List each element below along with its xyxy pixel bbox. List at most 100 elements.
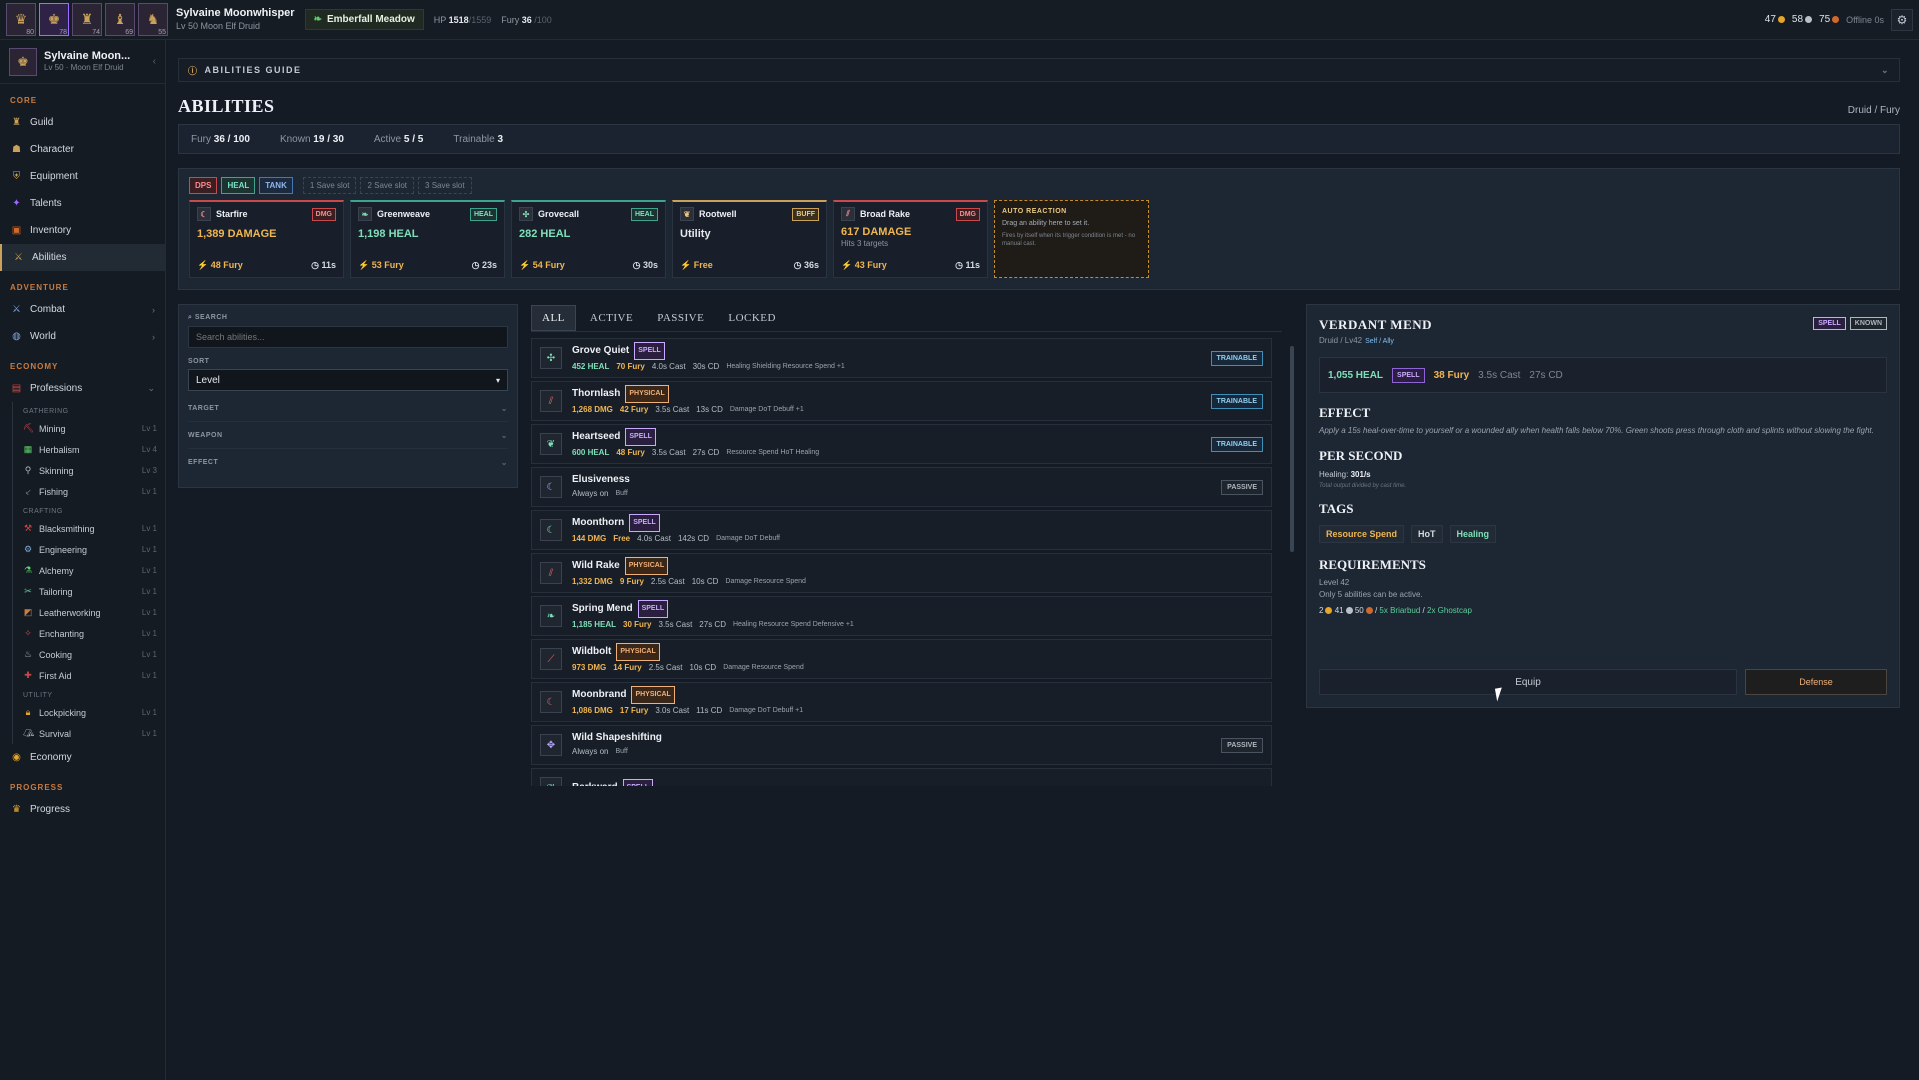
sort-select[interactable]: Level ▾ <box>188 369 508 391</box>
active-slot-2[interactable]: ❧ Greenweave HEAL 1,198 HEAL ⚡ 53 Fury ◷ 23… <box>350 200 505 278</box>
knife-icon: ⚲ <box>24 465 32 475</box>
stat-label: Trainable <box>453 133 495 145</box>
party-member-4[interactable]: ♝ 69 <box>105 3 135 36</box>
tab-locked[interactable]: LOCKED <box>718 306 786 330</box>
party-member-1[interactable]: ♛ 80 <box>6 3 36 36</box>
sidebar-item-world[interactable]: ◍ World › <box>0 323 165 350</box>
stat-label: Fury <box>191 133 211 145</box>
slot-value: 617 DAMAGE <box>841 226 912 238</box>
ability-tags: Buff <box>615 490 628 497</box>
material-1[interactable]: 5x Briarbud <box>1379 606 1420 615</box>
sidebar-item-professions[interactable]: ▤ Professions ⌄ <box>0 375 165 402</box>
profession-fishing[interactable]: ⸔ Fishing Lv 1 <box>13 481 165 502</box>
slot-cooldown: ◷ 11s <box>955 260 980 270</box>
ability-cost: 48 Fury <box>616 448 645 457</box>
ability-name: Thornlash <box>572 388 621 399</box>
sidebar-item-character[interactable]: ☗ Character <box>0 136 165 163</box>
detail-class-level: Druid / Lv42 <box>1319 336 1363 345</box>
profession-skinning[interactable]: ⚲ Skinning Lv 3 <box>13 460 165 481</box>
sidebar-char-sub: Lv 50 · Moon Elf Druid <box>44 62 124 72</box>
ability-row[interactable]: ⟋ Wildbolt PHYSICAL 973 DMG 14 Fury 2.5s Cast… <box>531 639 1272 679</box>
defense-button[interactable]: Defense <box>1745 669 1887 695</box>
ability-tags: Damage DoT Debuff +1 <box>729 406 804 413</box>
ability-cast: 4.0s Cast <box>651 362 686 371</box>
active-slot-1[interactable]: ☾ Starfire DMG 1,389 DAMAGE ⚡ 48 Fury ◷ 11s <box>189 200 344 278</box>
party-member-2[interactable]: ♚ 78 <box>39 3 69 36</box>
ability-row[interactable]: ☾ Moonthorn SPELL 144 DMG Free 4.0s Cast 142s … <box>531 510 1272 550</box>
party-member-5[interactable]: ♞ 55 <box>138 3 168 36</box>
profession-mining[interactable]: ⛏ Mining Lv 1 <box>13 418 165 439</box>
ability-row[interactable]: ❦ Heartseed SPELL 600 HEAL 48 Fury 3.5s Cast 2… <box>531 424 1272 464</box>
ability-tags: Damage Resource Spend <box>725 578 806 585</box>
sidebar-item-talents[interactable]: ✦ Talents <box>0 190 165 217</box>
req-note: Only 5 abilities can be active. <box>1319 590 1423 599</box>
page-title: ABILITIES <box>178 96 275 116</box>
ability-cast: 3.5s Cast <box>658 620 693 629</box>
chevron-right-icon: › <box>152 331 155 342</box>
sidebar-item-guild[interactable]: ♜ Guild <box>0 109 165 136</box>
tab-passive[interactable]: PASSIVE <box>647 306 714 330</box>
ability-row[interactable]: ⫽ Wild Rake PHYSICAL 1,332 DMG 9 Fury 2.5s Ca… <box>531 553 1272 593</box>
filter-target[interactable]: TARGET ⌄ <box>188 395 508 422</box>
role-tank-button[interactable]: TANK <box>259 177 293 194</box>
collapse-icon[interactable]: ‹ <box>153 56 156 67</box>
profession-lockpicking[interactable]: 🔒︎ Lockpicking Lv 1 <box>13 702 165 723</box>
ability-row[interactable]: ☾ Moonbrand PHYSICAL 1,086 DMG 17 Fury 3.0s C… <box>531 682 1272 722</box>
chevron-right-icon: › <box>152 304 155 315</box>
save-slot-1[interactable]: 1 Save slot <box>302 177 357 194</box>
ability-row[interactable]: ☾ Elusiveness Always on Buff PASSIVE <box>531 467 1272 507</box>
sidebar-item-abilities[interactable]: ⚔ Abilities <box>0 244 165 271</box>
detail-kind-badge: SPELL <box>1813 317 1846 330</box>
ability-row[interactable]: ✣ Grove Quiet SPELL 452 HEAL 70 Fury 4.0s Cas… <box>531 338 1272 378</box>
sidebar-item-combat[interactable]: ⚔ Combat › <box>0 296 165 323</box>
fury-value: 36 <box>521 14 532 25</box>
active-slot-3[interactable]: ✣ Grovecall HEAL 282 HEAL ⚡ 54 Fury ◷ 30s <box>511 200 666 278</box>
sidebar-item-economy[interactable]: ◉ Economy <box>0 744 165 771</box>
profession-first-aid[interactable]: ✚ First Aid Lv 1 <box>13 665 165 686</box>
ability-details: 1,086 DMG 17 Fury 3.0s Cast 11s CD Damage Do… <box>572 704 803 718</box>
filter-weapon[interactable]: WEAPON ⌄ <box>188 422 508 449</box>
ability-row[interactable]: ✥ Wild Shapeshifting Always on Buff PASSIVE <box>531 725 1272 765</box>
sidebar-item-equipment[interactable]: ⛨ Equipment <box>0 163 165 190</box>
ability-row[interactable]: ❧ Spring Mend SPELL 1,185 HEAL 30 Fury 3.5s C… <box>531 596 1272 636</box>
inventory-icon: ▣ <box>11 225 22 236</box>
profession-cooking[interactable]: ♨ Cooking Lv 1 <box>13 644 165 665</box>
ability-status-badge: TRAINABLE <box>1210 350 1263 366</box>
role-dps-button[interactable]: DPS <box>189 177 218 194</box>
ability-row[interactable]: ❦ Barkward SPELL <box>531 768 1272 786</box>
auto-reaction-slot[interactable]: AUTO REACTION Drag an ability here to se… <box>994 200 1149 278</box>
ability-kind-badge: PHYSICAL <box>625 385 669 403</box>
settings-button[interactable]: ⚙ <box>1891 8 1913 31</box>
section-core: CORE <box>10 96 38 105</box>
active-slot-5[interactable]: ⫽ Broad Rake DMG 617 DAMAGE Hits 3 targets… <box>833 200 988 278</box>
active-slot-4[interactable]: ❦ Rootwell BUFF Utility ⚡ Free ◷ 36s <box>672 200 827 278</box>
ability-stats-bar: Fury 36 / 100 Known 19 / 30 Active 5 / 5… <box>178 124 1900 154</box>
role-heal-button[interactable]: HEAL <box>221 177 256 194</box>
req-level: Level 42 <box>1319 578 1350 587</box>
profession-alchemy[interactable]: ⚗ Alchemy Lv 1 <box>13 560 165 581</box>
profession-survival[interactable]: ⛺︎ Survival Lv 1 <box>13 723 165 744</box>
tab-active[interactable]: ACTIVE <box>580 306 643 330</box>
filter-effect[interactable]: EFFECT ⌄ <box>188 449 508 476</box>
search-input[interactable] <box>188 326 508 348</box>
ability-name-line: Spring Mend SPELL <box>572 600 854 618</box>
equip-button[interactable]: Equip <box>1319 669 1737 695</box>
profession-blacksmithing[interactable]: ⚒ Blacksmithing Lv 1 <box>13 518 165 539</box>
profession-herbalism[interactable]: ▦ Herbalism Lv 4 <box>13 439 165 460</box>
save-slot-3[interactable]: 3 Save slot <box>418 177 472 194</box>
profession-leatherworking[interactable]: ◩ Leatherworking Lv 1 <box>13 602 165 623</box>
abilities-guide-toggle[interactable]: ⓘ ABILITIES GUIDE ⌄ <box>178 58 1900 82</box>
profession-enchanting[interactable]: ✧ Enchanting Lv 1 <box>13 623 165 644</box>
save-slot-2[interactable]: 2 Save slot <box>360 177 415 194</box>
party-member-3[interactable]: ♜ 74 <box>72 3 102 36</box>
zone-badge[interactable]: ❧ Emberfall Meadow <box>304 9 424 30</box>
profession-tailoring[interactable]: ✂ Tailoring Lv 1 <box>13 581 165 602</box>
ability-body: Wildbolt PHYSICAL 973 DMG 14 Fury 2.5s Cast 1… <box>572 643 804 675</box>
sidebar-item-inventory[interactable]: ▣ Inventory <box>0 217 165 244</box>
list-scrollbar[interactable] <box>1290 346 1294 552</box>
ability-row[interactable]: ⫽ Thornlash PHYSICAL 1,268 DMG 42 Fury 3.5s C… <box>531 381 1272 421</box>
sidebar-item-progress[interactable]: ♛ Progress <box>0 796 165 823</box>
profession-engineering[interactable]: ⚙ Engineering Lv 1 <box>13 539 165 560</box>
material-2[interactable]: 2x Ghostcap <box>1427 606 1472 615</box>
tab-all[interactable]: ALL <box>531 304 576 331</box>
